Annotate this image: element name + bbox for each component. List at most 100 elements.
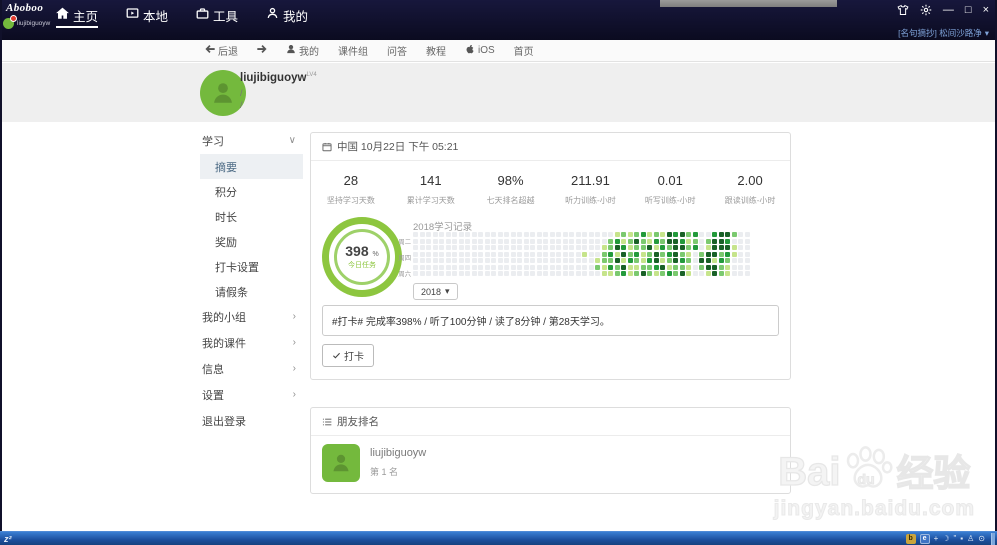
sidebar: 学习 ∨ 摘要 积分时长奖励 打卡设置 请假条 我的小组 › 我的课件 › 信息 › 设置 › 退出登录: [200, 128, 303, 434]
heatmap-cell: [634, 238, 639, 244]
checkin-input[interactable]: #打卡# 完成率398% / 听了100分钟 / 读了8分钟 / 第28天学习。: [322, 305, 779, 336]
toolbar-item-iOS[interactable]: iOS: [465, 44, 495, 57]
heatmap-cell: [536, 264, 542, 270]
heatmap-cell: [718, 258, 724, 263]
skin-icon[interactable]: [897, 4, 909, 16]
sidebar-item-摘要[interactable]: 摘要: [200, 154, 303, 179]
heatmap-cell: [562, 245, 568, 250]
heatmap-cell: [627, 251, 633, 257]
sidebar-item-信息[interactable]: 信息 ›: [200, 356, 303, 382]
maximize-button[interactable]: □: [965, 4, 972, 16]
heatmap-cell: [653, 232, 659, 237]
gear-icon[interactable]: [920, 4, 932, 16]
heatmap-row-label: [395, 280, 411, 287]
stat-value: 28: [343, 173, 359, 188]
heatmap-cell: [679, 271, 685, 276]
taskbar-left-icon[interactable]: z²: [2, 534, 12, 544]
person-icon: [266, 7, 279, 23]
toolbar-forward-button[interactable]: [257, 44, 267, 57]
minimize-button[interactable]: —: [943, 4, 954, 16]
heatmap-cell: [640, 258, 646, 263]
sidebar-item-学习[interactable]: 学习 ∨: [200, 128, 303, 154]
heatmap-cell: [614, 238, 620, 244]
menu-item-local[interactable]: 本地: [126, 0, 168, 30]
year-dropdown[interactable]: 2018 ▾: [413, 283, 458, 300]
heatmap-cell: [699, 232, 704, 237]
heatmap-cell: [419, 238, 425, 244]
sidebar-item-我的课件[interactable]: 我的课件 ›: [200, 330, 303, 356]
heatmap-cell: [731, 258, 737, 263]
heatmap-cell: [725, 238, 730, 244]
heatmap-cell: [705, 232, 711, 237]
date-header-text: 中国 10月22日 下午 05:21: [337, 141, 459, 153]
sidebar-item-打卡设置[interactable]: 打卡设置: [200, 254, 303, 279]
friend-name[interactable]: liujibiguoyw: [370, 447, 426, 459]
heatmap-cell: [432, 258, 438, 263]
tray-icon[interactable]: b: [905, 533, 916, 544]
heatmap-cell: [523, 232, 529, 237]
sidebar-item-label: 时长: [215, 211, 237, 224]
toolbar-item-首页[interactable]: 首页: [514, 43, 534, 58]
heatmap-cell: [413, 271, 418, 276]
arrow-left-icon: [205, 44, 215, 57]
sidebar-item-时长[interactable]: 时长: [200, 204, 303, 229]
heatmap-cell: [686, 264, 691, 270]
heatmap-cell: [497, 251, 503, 257]
heatmap-cell: [536, 258, 542, 263]
profile-header: liujibiguoywLV4 / /: [0, 63, 997, 122]
sidebar-item-积分[interactable]: 积分: [200, 179, 303, 204]
close-button[interactable]: ×: [983, 4, 989, 16]
tray-icon[interactable]: ☽: [942, 534, 949, 543]
menu-item-tools[interactable]: 工具: [196, 0, 238, 30]
heatmap-cell: [614, 232, 620, 237]
screenshot-artifact-strip: [660, 0, 837, 7]
quote-dropdown[interactable]: [名句摘抄] 松间沙路净 ▾: [898, 27, 989, 39]
heatmap-cell: [653, 264, 659, 270]
checkin-button[interactable]: 打卡: [322, 344, 374, 367]
heatmap-cell: [582, 245, 587, 250]
sidebar-item-请假条[interactable]: 请假条: [200, 279, 303, 304]
profile-line2: /: [240, 100, 243, 110]
mini-user[interactable]: liujibiguoyw: [3, 15, 50, 29]
taskbar-tray: b e + ☽ " ▪ ♙ ⊙: [905, 532, 995, 545]
sidebar-item-我的小组[interactable]: 我的小组 ›: [200, 304, 303, 330]
tray-icon[interactable]: ♙: [967, 534, 974, 543]
heatmap-cell: [517, 238, 522, 244]
tray-icon[interactable]: ": [953, 534, 956, 543]
app-logo: Aboboo: [6, 2, 44, 14]
heatmap-cell: [452, 251, 457, 257]
tray-icon[interactable]: ▪: [960, 534, 963, 543]
menu-item-person[interactable]: 我的: [266, 0, 308, 30]
heatmap-cell: [413, 264, 418, 270]
heatmap-cell: [588, 271, 594, 276]
tray-icon[interactable]: ⊙: [978, 534, 985, 543]
menu-item-label: 本地: [143, 9, 169, 24]
heatmap-cell: [653, 245, 659, 250]
toolbar-item-问答[interactable]: 问答: [387, 43, 407, 58]
heatmap-cell: [478, 271, 483, 276]
heatmap-cell: [575, 245, 581, 250]
sidebar-item-退出登录[interactable]: 退出登录: [200, 408, 303, 434]
tray-icon[interactable]: +: [934, 534, 939, 543]
heatmap-cell: [627, 271, 633, 276]
heatmap-cell: [497, 232, 503, 237]
sidebar-item-奖励[interactable]: 奖励: [200, 229, 303, 254]
heatmap-cell: [653, 271, 659, 276]
toolbar-item-后退[interactable]: 后退: [205, 43, 238, 58]
show-desktop-button[interactable]: [991, 532, 995, 545]
heatmap-cell: [699, 264, 704, 270]
menu-item-home[interactable]: 主页: [56, 0, 99, 30]
heatmap-cell: [582, 251, 587, 257]
heatmap-cell: [491, 271, 496, 276]
stat-坚持学习天数: 28 坚持学习天数: [311, 173, 391, 206]
heatmap-cell: [582, 232, 587, 237]
tray-icon[interactable]: e: [919, 533, 930, 544]
heatmap-cell: [432, 238, 438, 244]
heatmap-cell: [517, 258, 522, 263]
toolbar-item-label: 教程: [426, 47, 446, 58]
toolbar-item-我的[interactable]: 我的: [286, 43, 319, 58]
heatmap-cell: [504, 251, 509, 257]
toolbar-item-教程[interactable]: 教程: [426, 43, 446, 58]
sidebar-item-设置[interactable]: 设置 ›: [200, 382, 303, 408]
toolbar-item-课件组[interactable]: 课件组: [338, 43, 368, 58]
